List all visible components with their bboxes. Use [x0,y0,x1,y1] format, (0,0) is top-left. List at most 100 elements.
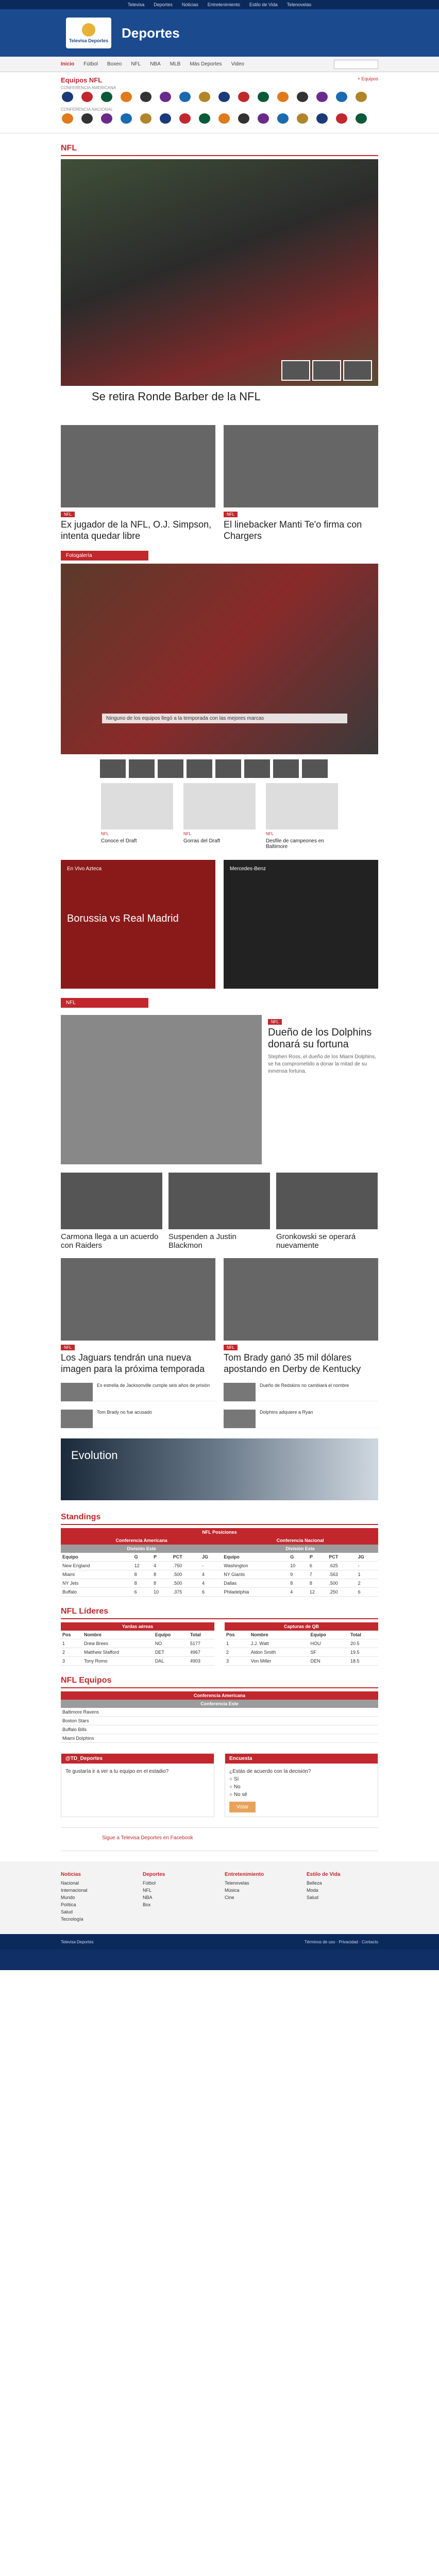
team-logo[interactable] [139,113,153,125]
team-link[interactable]: Miami Dolphins [61,1734,378,1743]
nav-item[interactable]: MLB [170,61,181,67]
top-link[interactable]: Televisa [128,2,145,7]
top-link[interactable]: Deportes [154,2,173,7]
team-logo[interactable] [257,92,270,103]
footer-link[interactable]: Salud [61,1909,132,1914]
team-logo[interactable] [354,92,368,103]
poll-option[interactable]: ○ No sé [229,1791,374,1799]
site-logo[interactable]: Televisa Deportes [66,18,111,48]
hero-title[interactable]: Se retira Ronde Barber de la NFL [61,386,378,417]
ad-banner[interactable]: Evolution [61,1438,378,1501]
news-card[interactable]: Carmona llega a un acuerdo con Raiders [61,1173,162,1250]
team-logo[interactable] [354,113,368,125]
team-logo[interactable] [80,92,94,103]
mini-story[interactable]: Dolphins adquiere a Ryan [224,1406,378,1429]
photo-gallery[interactable]: Ninguno de los equipos llegó a la tempor… [61,564,378,755]
product-card[interactable]: NFL Gorras del Draft [183,783,256,850]
team-logo[interactable] [237,92,250,103]
footer-link[interactable]: Telenovelas [225,1880,296,1886]
news-card[interactable]: NFL Tom Brady ganó 35 mil dólares apostan… [224,1258,378,1375]
ad-banner[interactable]: Mercedes-Benz [224,860,378,989]
footer-link[interactable]: Internacional [61,1888,132,1893]
news-card[interactable]: Suspenden a Justin Blackmon [168,1173,270,1250]
team-logo[interactable] [159,92,172,103]
hero-thumb[interactable] [281,360,310,381]
product-card[interactable]: NFL Conoce el Draft [101,783,173,850]
gallery-thumb[interactable] [129,759,155,778]
news-card[interactable]: NFL Ex jugador de la NFL, O.J. Simpson, i… [61,425,215,541]
nav-item[interactable]: Boxeo [107,61,122,67]
gallery-thumb[interactable] [158,759,183,778]
team-logo[interactable] [139,92,153,103]
gallery-thumb[interactable] [100,759,126,778]
mini-story[interactable]: Dueño de Redskins no cambiará el nombre [224,1380,378,1402]
team-logo[interactable] [217,92,231,103]
footer-link[interactable]: Box [143,1902,214,1907]
top-link[interactable]: Estilo de Vida [249,2,278,7]
mini-story[interactable]: Tom Brady no fue acusado [61,1406,215,1429]
news-title[interactable]: Ex jugador de la NFL, O.J. Simpson, inte… [61,519,215,541]
footer-link[interactable]: Nacional [61,1880,132,1886]
vote-button[interactable]: Votar [229,1802,256,1813]
team-logo[interactable] [120,92,133,103]
nav-item[interactable]: Fútbol [83,61,98,67]
footer-link[interactable]: Belleza [307,1880,378,1886]
poll-option[interactable]: ○ No [229,1783,374,1791]
top-link[interactable]: Telenovelas [287,2,312,7]
footer-link[interactable]: Política [61,1902,132,1907]
team-link[interactable]: Boston Stars [61,1716,378,1726]
team-logo[interactable] [178,113,192,125]
top-link[interactable]: Entretenimiento [208,2,240,7]
team-logo[interactable] [296,113,309,125]
gallery-thumb[interactable] [302,759,328,778]
poll-option[interactable]: ○ Sí [229,1775,374,1783]
search-input[interactable] [334,59,378,69]
hero-thumb[interactable] [343,360,372,381]
team-logo[interactable] [217,113,231,125]
footer-link[interactable]: Mundo [61,1895,132,1900]
team-logo[interactable] [100,113,113,125]
team-logo[interactable] [335,113,348,125]
team-logo[interactable] [159,113,172,125]
footer-link[interactable]: NFL [143,1888,214,1893]
team-logo[interactable] [61,92,74,103]
team-logo[interactable] [237,113,250,125]
gallery-thumb[interactable] [244,759,270,778]
feature-title[interactable]: Dueño de los Dolphins donará su fortuna [268,1027,378,1050]
team-logo[interactable] [120,113,133,125]
product-card[interactable]: NFL Desfile de campeones en Baltimore [266,783,338,850]
news-card[interactable]: Gronkowski se operará nuevamente [276,1173,378,1250]
teams-more-link[interactable]: + Equipos [358,76,378,84]
nav-home[interactable]: Inicio [61,61,74,67]
news-title[interactable]: El linebacker Manti Te'o firma con Charg… [224,519,378,541]
team-logo[interactable] [335,92,348,103]
team-link[interactable]: Buffalo Bills [61,1725,378,1735]
ad-banner[interactable]: En Vivo Azteca Borussia vs Real Madrid [61,860,215,989]
nav-item[interactable]: Video [231,61,244,67]
hero-story[interactable]: Se retira Ronde Barber de la NFL [61,159,378,417]
footer-link[interactable]: Cine [225,1895,296,1900]
nav-item[interactable]: NFL [131,61,141,67]
team-link[interactable]: Baltimore Ravens [61,1708,378,1717]
team-logo[interactable] [100,92,113,103]
team-logo[interactable] [198,92,211,103]
facebook-link[interactable]: Sigue a Televisa Deportes en Facebook [61,1827,378,1852]
news-card[interactable]: NFL El linebacker Manti Te'o firma con Ch… [224,425,378,541]
mini-story[interactable]: Es estrella de Jacksonville cumple seis … [61,1380,215,1402]
team-logo[interactable] [315,92,329,103]
gallery-thumb[interactable] [215,759,241,778]
team-logo[interactable] [276,92,290,103]
footer-link[interactable]: Moda [307,1888,378,1893]
footer-link[interactable]: NBA [143,1895,214,1900]
feature-story[interactable]: NFL Dueño de los Dolphins donará su fortu… [61,1015,378,1165]
team-logo[interactable] [61,113,74,125]
footer-link[interactable]: Fútbol [143,1880,214,1886]
hero-thumb[interactable] [312,360,341,381]
team-logo[interactable] [315,113,329,125]
footer-link[interactable]: Música [225,1888,296,1893]
team-logo[interactable] [198,113,211,125]
team-logo[interactable] [276,113,290,125]
gallery-thumb[interactable] [187,759,212,778]
team-logo[interactable] [296,92,309,103]
gallery-thumb[interactable] [273,759,299,778]
